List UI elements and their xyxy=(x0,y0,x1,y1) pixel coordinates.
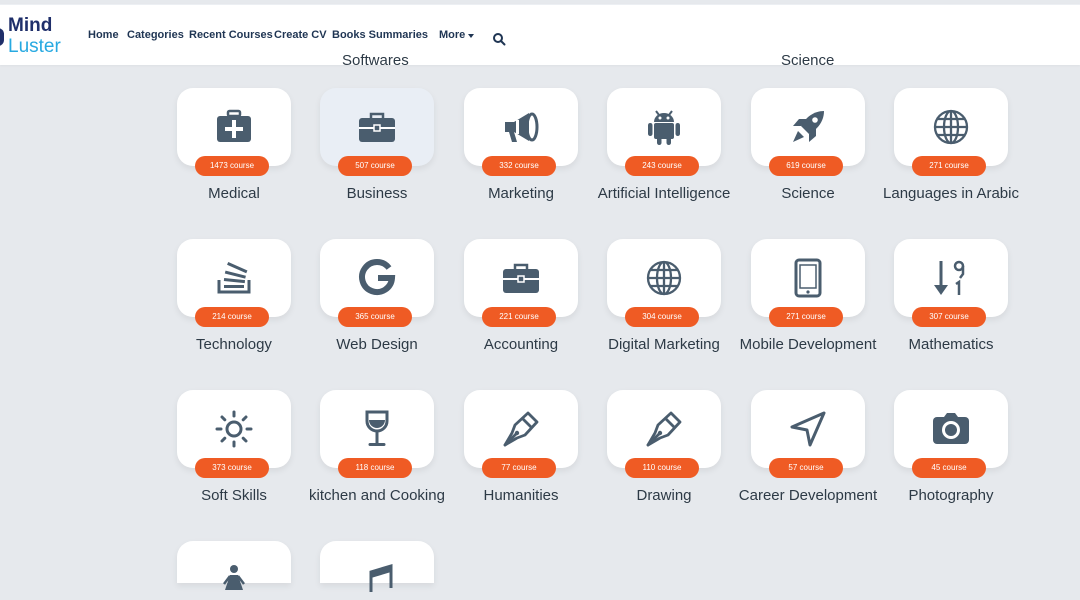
category-card-web-design[interactable]: 365 course xyxy=(320,239,434,327)
category-card-accounting[interactable]: 221 course xyxy=(464,239,578,327)
logo-text-mind: Mind xyxy=(8,15,53,36)
category-card-artificial-intelligence[interactable]: 243 course xyxy=(607,88,721,176)
logo-text-luster: Luster xyxy=(8,36,61,57)
category-label-artificial-intelligence[interactable]: Artificial Intelligence xyxy=(594,184,734,203)
course-count-badge: 332 course xyxy=(482,156,556,176)
nav-recent-courses[interactable]: Recent Courses xyxy=(189,29,273,41)
category-label-photography[interactable]: Photography xyxy=(881,486,1021,505)
category-label-mathematics[interactable]: Mathematics xyxy=(881,335,1021,354)
category-label-career-development[interactable]: Career Development xyxy=(738,486,878,505)
wine-glass-icon xyxy=(365,410,389,446)
top-navbar: Mind Luster Home Categories Recent Cours… xyxy=(0,4,1080,65)
nav-create-cv[interactable]: Create CV xyxy=(274,29,327,41)
course-count-badge: 57 course xyxy=(769,458,843,478)
category-card-partial[interactable] xyxy=(320,541,434,592)
music-icon xyxy=(369,563,393,592)
globe-icon xyxy=(933,109,969,145)
category-label-technology[interactable]: Technology xyxy=(164,335,304,354)
chevron-down-icon[interactable] xyxy=(468,34,474,38)
course-count-badge: 45 course xyxy=(912,458,986,478)
google-icon xyxy=(359,259,396,296)
category-card-business[interactable]: 507 course xyxy=(320,88,434,176)
megaphone-icon xyxy=(505,112,539,142)
course-count-badge: 118 course xyxy=(338,458,412,478)
search-icon[interactable] xyxy=(492,32,506,46)
course-count-badge: 77 course xyxy=(482,458,556,478)
category-label-science[interactable]: Science xyxy=(738,184,878,203)
female-icon xyxy=(223,565,245,590)
course-count-badge: 365 course xyxy=(338,307,412,327)
tablet-icon xyxy=(794,258,822,298)
briefcase-icon xyxy=(359,112,395,142)
category-card-languages-in-arabic[interactable]: 271 course xyxy=(894,88,1008,176)
category-label-soft-skills[interactable]: Soft Skills xyxy=(164,486,304,505)
course-count-badge: 373 course xyxy=(195,458,269,478)
category-card-digital-marketing[interactable]: 304 course xyxy=(607,239,721,327)
category-label-partial: Science xyxy=(781,52,835,69)
category-card-science[interactable]: 619 course xyxy=(751,88,865,176)
category-card-photography[interactable]: 45 course xyxy=(894,390,1008,478)
course-count-badge: 214 course xyxy=(195,307,269,327)
course-count-badge: 507 course xyxy=(338,156,412,176)
toolbox-icon xyxy=(503,263,539,293)
category-label-accounting[interactable]: Accounting xyxy=(451,335,591,354)
category-card-partial[interactable] xyxy=(177,541,291,590)
category-label-mobile-development[interactable]: Mobile Development xyxy=(738,335,878,354)
category-label-partial: Softwares xyxy=(342,52,409,69)
category-card-technology[interactable]: 214 course xyxy=(177,239,291,327)
android-icon xyxy=(648,110,680,145)
category-card-soft-skills[interactable]: 373 course xyxy=(177,390,291,478)
category-card-career-development[interactable]: 57 course xyxy=(751,390,865,478)
medical-kit-icon xyxy=(217,109,251,142)
course-count-badge: 304 course xyxy=(625,307,699,327)
category-card-marketing[interactable]: 332 course xyxy=(464,88,578,176)
category-card-kitchen-and-cooking[interactable]: 118 course xyxy=(320,390,434,478)
category-card-medical[interactable]: 1473 course xyxy=(177,88,291,176)
category-card-mathematics[interactable]: 307 course xyxy=(894,239,1008,327)
location-arrow-icon xyxy=(790,411,826,447)
category-label-digital-marketing[interactable]: Digital Marketing xyxy=(594,335,734,354)
sun-icon xyxy=(215,410,253,448)
category-label-kitchen-and-cooking[interactable]: kitchen and Cooking xyxy=(307,486,447,505)
category-label-languages-in-arabic[interactable]: Languages in Arabic xyxy=(881,184,1021,203)
pen-nib-icon xyxy=(646,411,682,447)
logo-mark xyxy=(0,28,4,46)
category-card-drawing[interactable]: 110 course xyxy=(607,390,721,478)
category-label-humanities[interactable]: Humanities xyxy=(451,486,591,505)
course-count-badge: 271 course xyxy=(912,156,986,176)
category-card-humanities[interactable]: 77 course xyxy=(464,390,578,478)
rocket-icon xyxy=(793,111,824,142)
category-label-web-design[interactable]: Web Design xyxy=(307,335,447,354)
category-label-drawing[interactable]: Drawing xyxy=(594,486,734,505)
course-count-badge: 110 course xyxy=(625,458,699,478)
nav-more[interactable]: More xyxy=(439,29,465,41)
course-count-badge: 1473 course xyxy=(195,156,269,176)
nav-home[interactable]: Home xyxy=(88,29,119,41)
nav-books-summaries[interactable]: Books Summaries xyxy=(332,29,428,41)
sort-numeric-icon xyxy=(934,260,965,295)
site-logo[interactable]: Mind Luster xyxy=(0,15,75,57)
stack-icon xyxy=(217,262,251,294)
nav-categories[interactable]: Categories xyxy=(127,29,184,41)
camera-icon xyxy=(933,413,969,444)
course-count-badge: 619 course xyxy=(769,156,843,176)
course-count-badge: 271 course xyxy=(769,307,843,327)
course-count-badge: 221 course xyxy=(482,307,556,327)
globe-icon xyxy=(646,260,682,296)
category-card-mobile-development[interactable]: 271 course xyxy=(751,239,865,327)
course-count-badge: 307 course xyxy=(912,307,986,327)
course-count-badge: 243 course xyxy=(625,156,699,176)
category-label-business[interactable]: Business xyxy=(307,184,447,203)
pen-nib-icon xyxy=(503,411,539,447)
category-label-medical[interactable]: Medical xyxy=(164,184,304,203)
category-label-marketing[interactable]: Marketing xyxy=(451,184,591,203)
